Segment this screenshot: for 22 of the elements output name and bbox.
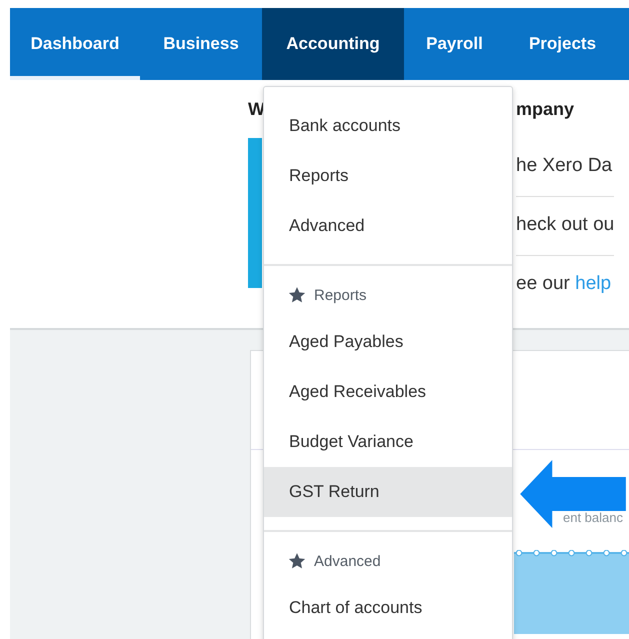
nav-tab[interactable]: Payroll [404, 8, 505, 80]
nav-tab[interactable]: Accounting [262, 8, 404, 80]
menu-item[interactable]: Reports [264, 151, 512, 201]
nav-tab[interactable]: Business [140, 8, 262, 80]
nav-tab[interactable]: Projects [505, 8, 620, 80]
section-header: Advanced [314, 552, 381, 570]
menu-item[interactable]: Aged Payables [264, 317, 512, 367]
menu-item[interactable]: Advanced [264, 201, 512, 251]
star-icon [288, 286, 306, 304]
menu-item[interactable]: Budget Variance [264, 417, 512, 467]
menu-item[interactable]: Bank accounts [264, 101, 512, 151]
caption-text: ent balanc [563, 510, 623, 525]
row-text: ee our [516, 273, 571, 295]
star-icon [288, 552, 306, 570]
nav-tab[interactable]: Dashboard [10, 8, 140, 80]
section-header: Reports [314, 286, 367, 304]
row-text: he Xero Da [516, 155, 612, 177]
row-text: heck out ou [516, 214, 614, 236]
menu-item[interactable]: GST Return [264, 467, 512, 517]
menu-item[interactable]: Chart of accounts [264, 583, 512, 633]
menu-item[interactable]: Aged Receivables [264, 367, 512, 417]
page-heading: mpany [516, 98, 574, 121]
